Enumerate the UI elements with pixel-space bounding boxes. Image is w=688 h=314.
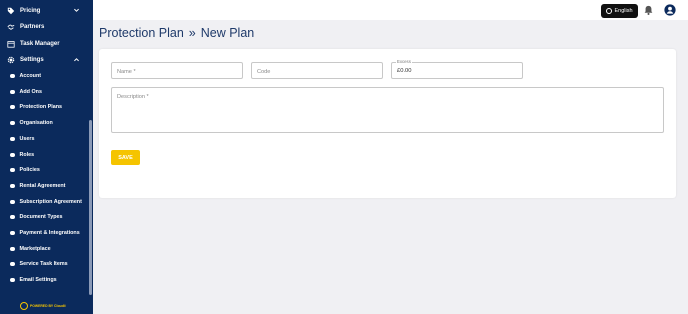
sidebar-subitem-protection-plans[interactable]: Protection Plans	[0, 101, 89, 113]
sidebar-subitem-label: Rental Agreement	[19, 183, 66, 189]
user-avatar-icon[interactable]	[664, 4, 676, 16]
sidebar-subitem-label: Email Settings	[19, 277, 57, 283]
handshake-icon	[6, 23, 15, 32]
sidebar-item-task-manager[interactable]: Task Manager	[0, 37, 89, 51]
excess-field[interactable]: Excess £0.00	[391, 59, 523, 79]
page-title: New Plan	[200, 26, 255, 40]
bullet-icon	[10, 183, 15, 189]
sidebar-item-partners[interactable]: Partners	[0, 20, 89, 34]
bullet-icon	[10, 136, 15, 142]
sidebar-item-label: Task Manager	[20, 41, 60, 47]
sidebar-subitem-label: Document Types	[19, 214, 63, 220]
bullet-icon	[10, 199, 15, 205]
sidebar-item-settings[interactable]: Settings	[0, 53, 89, 67]
sidebar-subitem-organisation[interactable]: Organisation	[0, 117, 89, 129]
sidebar-subitem-label: Protection Plans	[19, 104, 63, 110]
bullet-icon	[10, 261, 15, 267]
sidebar-subitem-subscription-agreement[interactable]: Subscription Agreement	[0, 196, 89, 208]
bullet-icon	[10, 277, 15, 283]
sidebar-subitem-label: Users	[19, 136, 35, 142]
sidebar-item-label: Partners	[20, 24, 45, 30]
description-placeholder: Description *	[117, 94, 149, 100]
sidebar-subitem-label: Subscription Agreement	[19, 199, 82, 205]
sidebar-scrollbar[interactable]	[89, 120, 92, 295]
bell-icon[interactable]	[643, 4, 654, 16]
sidebar-subitem-label: Policies	[19, 167, 40, 173]
sidebar-subitem-document-types[interactable]: Document Types	[0, 211, 89, 223]
bullet-icon	[10, 104, 15, 110]
breadcrumb: Protection Plan » New Plan	[99, 26, 254, 40]
sidebar-item-pricing[interactable]: Pricing	[0, 4, 89, 18]
tag-icon	[6, 7, 15, 16]
name-placeholder: Name *	[117, 69, 136, 75]
code-placeholder: Code	[257, 69, 271, 75]
bullet-icon	[10, 120, 15, 126]
language-button[interactable]: English	[601, 4, 638, 18]
breadcrumb-separator: »	[188, 26, 196, 40]
chevron-down-icon	[74, 8, 79, 12]
bullet-icon	[10, 230, 15, 236]
sidebar-subitem-label: Service Task Items	[19, 261, 68, 267]
description-field[interactable]: Description *	[111, 87, 664, 133]
sidebar-subitem-label: Add Ons	[19, 89, 42, 95]
sidebar-subitem-label: Payment & Integrations	[19, 230, 80, 236]
bullet-icon	[10, 246, 15, 252]
sidebar: Pricing Partners Task Manager Settings A…	[0, 0, 93, 314]
breadcrumb-parent[interactable]: Protection Plan	[99, 26, 184, 40]
bullet-icon	[10, 167, 15, 173]
sidebar-subitem-policies[interactable]: Policies	[0, 164, 89, 176]
globe-icon	[606, 8, 613, 14]
top-bar	[93, 0, 688, 20]
sidebar-subitem-marketplace[interactable]: Marketplace	[0, 243, 89, 255]
powered-by-logo: POWERED BY Cloudii	[20, 302, 66, 310]
sidebar-subitem-account[interactable]: Account	[0, 70, 89, 82]
sidebar-subitem-label: Roles	[19, 152, 35, 158]
bullet-icon	[10, 214, 15, 220]
gear-icon	[6, 56, 15, 65]
sidebar-item-label: Settings	[20, 57, 44, 63]
save-button[interactable]: SAVE	[111, 150, 140, 165]
bullet-icon	[10, 152, 15, 158]
cloud-logo-icon	[20, 302, 28, 310]
calendar-icon	[6, 40, 15, 49]
bullet-icon	[10, 89, 15, 95]
sidebar-subitem-email-settings[interactable]: Email Settings	[0, 274, 89, 286]
language-label: English	[614, 8, 633, 14]
sidebar-subitem-roles[interactable]: Roles	[0, 149, 89, 161]
sidebar-subitem-users[interactable]: Users	[0, 133, 89, 145]
sidebar-subitem-rental-agreement[interactable]: Rental Agreement	[0, 180, 89, 192]
sidebar-subitem-label: Account	[19, 73, 42, 79]
sidebar-subitem-label: Marketplace	[19, 246, 51, 252]
powered-by-text: POWERED BY Cloudii	[30, 304, 66, 308]
sidebar-subitem-service-task-items[interactable]: Service Task Items	[0, 258, 89, 270]
sidebar-subitem-label: Organisation	[19, 120, 53, 126]
sidebar-subitem-add-ons[interactable]: Add Ons	[0, 86, 89, 98]
bullet-icon	[10, 73, 15, 79]
name-field[interactable]: Name *	[111, 62, 243, 79]
code-field[interactable]: Code	[251, 62, 383, 79]
chevron-up-icon	[74, 58, 79, 62]
sidebar-subitem-payment-integrations[interactable]: Payment & Integrations	[0, 227, 89, 239]
sidebar-item-label: Pricing	[20, 8, 41, 14]
excess-value: £0.00	[397, 68, 412, 74]
excess-label: Excess	[396, 59, 412, 64]
